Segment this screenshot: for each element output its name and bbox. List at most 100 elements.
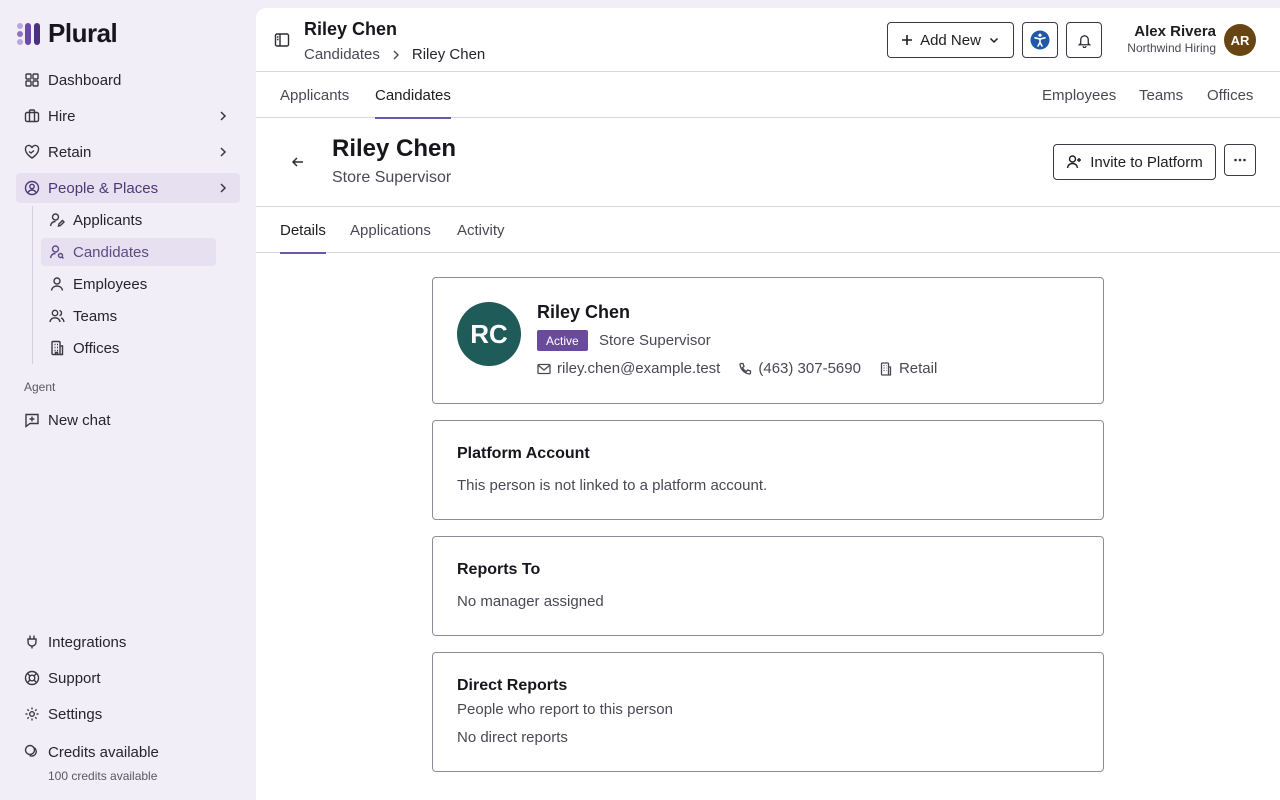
heart-handshake-icon: [24, 144, 40, 159]
sidebar-item-dashboard[interactable]: Dashboard: [16, 65, 240, 95]
sidebar-item-label: People & Places: [48, 179, 159, 197]
arrow-left-icon[interactable]: [290, 154, 306, 170]
direct-reports-card: Direct Reports People who report to this…: [432, 652, 1104, 772]
sidebar-item-label: Employees: [73, 275, 148, 293]
agent-section-label: Agent: [24, 380, 56, 394]
add-new-button[interactable]: Add New: [887, 22, 1014, 58]
sidebar: Plural Dashboard Hire Retain People & Pl…: [0, 0, 256, 800]
sidebar-item-settings[interactable]: Settings: [16, 699, 240, 729]
profile-card: RC Riley Chen Active Store Supervisor ri…: [432, 277, 1104, 404]
sidebar-item-teams[interactable]: Teams: [41, 302, 216, 330]
add-new-label: Add New: [920, 31, 981, 49]
breadcrumb-candidates-link[interactable]: Candidates: [304, 46, 380, 63]
sidebar-item-label: Dashboard: [48, 71, 122, 89]
sidebar-item-label: Retain: [48, 143, 92, 161]
card-text: This person is not linked to a platform …: [457, 477, 768, 494]
tab-candidates[interactable]: Candidates: [375, 72, 451, 119]
sidebar-item-retain[interactable]: Retain: [16, 137, 240, 167]
person-name: Riley Chen: [332, 135, 457, 162]
sidebar-item-new-chat[interactable]: New chat: [16, 405, 240, 435]
bell-icon: [1077, 34, 1091, 48]
tab-activity[interactable]: Activity: [457, 207, 505, 253]
tab-applicants[interactable]: Applicants: [280, 72, 349, 118]
breadcrumb: Candidates Riley Chen: [304, 46, 485, 63]
phone-icon: [739, 362, 752, 375]
tab-employees[interactable]: Employees: [1042, 72, 1116, 118]
logo[interactable]: Plural: [16, 18, 118, 49]
platform-account-card: Platform Account This person is not link…: [432, 420, 1104, 520]
card-title: Reports To: [457, 561, 541, 578]
sidebar-item-candidates[interactable]: Candidates: [41, 238, 216, 266]
card-title: Platform Account: [457, 445, 590, 462]
card-text: No manager assigned: [457, 593, 604, 610]
chevron-right-icon: [220, 183, 227, 193]
sidebar-item-label: New chat: [48, 411, 111, 429]
sidebar-item-label: Integrations: [48, 633, 127, 651]
sidebar-item-label: Credits available: [48, 743, 159, 761]
building-icon: [51, 340, 64, 356]
phone-text: (463) 307-5690: [758, 360, 861, 377]
sidebar-item-support[interactable]: Support: [16, 663, 240, 693]
chevron-right-icon: [220, 147, 227, 157]
plural-logo-icon: [17, 22, 40, 45]
sidebar-item-applicants[interactable]: Applicants: [41, 206, 216, 234]
sidebar-item-label: Support: [48, 669, 101, 687]
sidebar-item-people-places[interactable]: People & Places: [16, 173, 240, 203]
card-person-name: Riley Chen: [537, 302, 631, 322]
briefcase-icon: [24, 109, 40, 123]
sidebar-item-credits[interactable]: Credits available: [16, 737, 240, 767]
gear-icon: [25, 707, 39, 721]
tab-offices[interactable]: Offices: [1207, 72, 1253, 118]
sidebar-item-hire[interactable]: Hire: [16, 101, 240, 131]
email-item[interactable]: riley.chen@example.test: [537, 360, 720, 377]
message-plus-icon: [25, 413, 39, 428]
user-avatar[interactable]: AR: [1224, 24, 1256, 56]
tab-applications[interactable]: Applications: [350, 207, 431, 253]
sidebar-item-label: Candidates: [73, 243, 149, 261]
user-search-icon: [49, 245, 64, 259]
chevron-right-icon: [393, 50, 399, 59]
phone-item[interactable]: (463) 307-5690: [738, 360, 861, 377]
sidebar-item-label: Hire: [48, 107, 76, 125]
person-role: Store Supervisor: [332, 169, 452, 186]
top-bar: Riley Chen Candidates Riley Chen Add New…: [256, 8, 1280, 72]
sidebar-item-integrations[interactable]: Integrations: [16, 627, 240, 657]
detail-tabs: Details Applications Activity: [256, 207, 1280, 254]
chevron-down-icon: [989, 37, 998, 44]
sidebar-item-label: Applicants: [73, 211, 143, 229]
notifications-button[interactable]: [1066, 22, 1102, 58]
sidebar-item-label: Offices: [73, 339, 120, 357]
submenu-guide-line: [32, 206, 33, 364]
user-organization: Northwind Hiring: [1127, 41, 1216, 55]
sidebar-item-employees[interactable]: Employees: [41, 270, 216, 298]
users-icon: [49, 309, 65, 323]
user-icon: [50, 277, 64, 291]
user-plus-icon: [1067, 155, 1082, 169]
reports-to-card: Reports To No manager assigned: [432, 536, 1104, 636]
email-text: riley.chen@example.test: [557, 360, 721, 377]
user-name: Alex Rivera: [1134, 23, 1216, 40]
invite-to-platform-button[interactable]: Invite to Platform: [1053, 144, 1216, 180]
sidebar-item-label: Settings: [48, 705, 103, 723]
tab-details[interactable]: Details: [280, 207, 326, 254]
tab-teams[interactable]: Teams: [1139, 72, 1183, 118]
department-item: Retail: [879, 360, 937, 377]
grid-icon: [25, 73, 39, 87]
person-header: Riley Chen Store Supervisor Invite to Pl…: [256, 118, 1280, 207]
sidebar-item-label: Teams: [73, 307, 118, 325]
accessibility-button[interactable]: [1022, 22, 1058, 58]
sidebar-item-offices[interactable]: Offices: [41, 334, 216, 362]
main-panel: Riley Chen Candidates Riley Chen Add New…: [256, 8, 1280, 800]
card-subtitle: People who report to this person: [457, 701, 673, 718]
building-icon: [880, 361, 892, 376]
contact-row: riley.chen@example.test (463) 307-5690 R…: [537, 360, 955, 377]
section-tabs: Applicants Candidates Employees Teams Of…: [256, 72, 1280, 119]
more-actions-button[interactable]: [1224, 144, 1256, 176]
coins-icon: [24, 744, 37, 757]
card-text: No direct reports: [457, 729, 568, 746]
user-pen-icon: [49, 213, 65, 227]
logo-text: Plural: [48, 18, 118, 48]
sidebar-toggle-icon[interactable]: [274, 32, 290, 48]
more-horizontal-icon: [1234, 158, 1246, 162]
card-person-role: Store Supervisor: [599, 332, 711, 349]
